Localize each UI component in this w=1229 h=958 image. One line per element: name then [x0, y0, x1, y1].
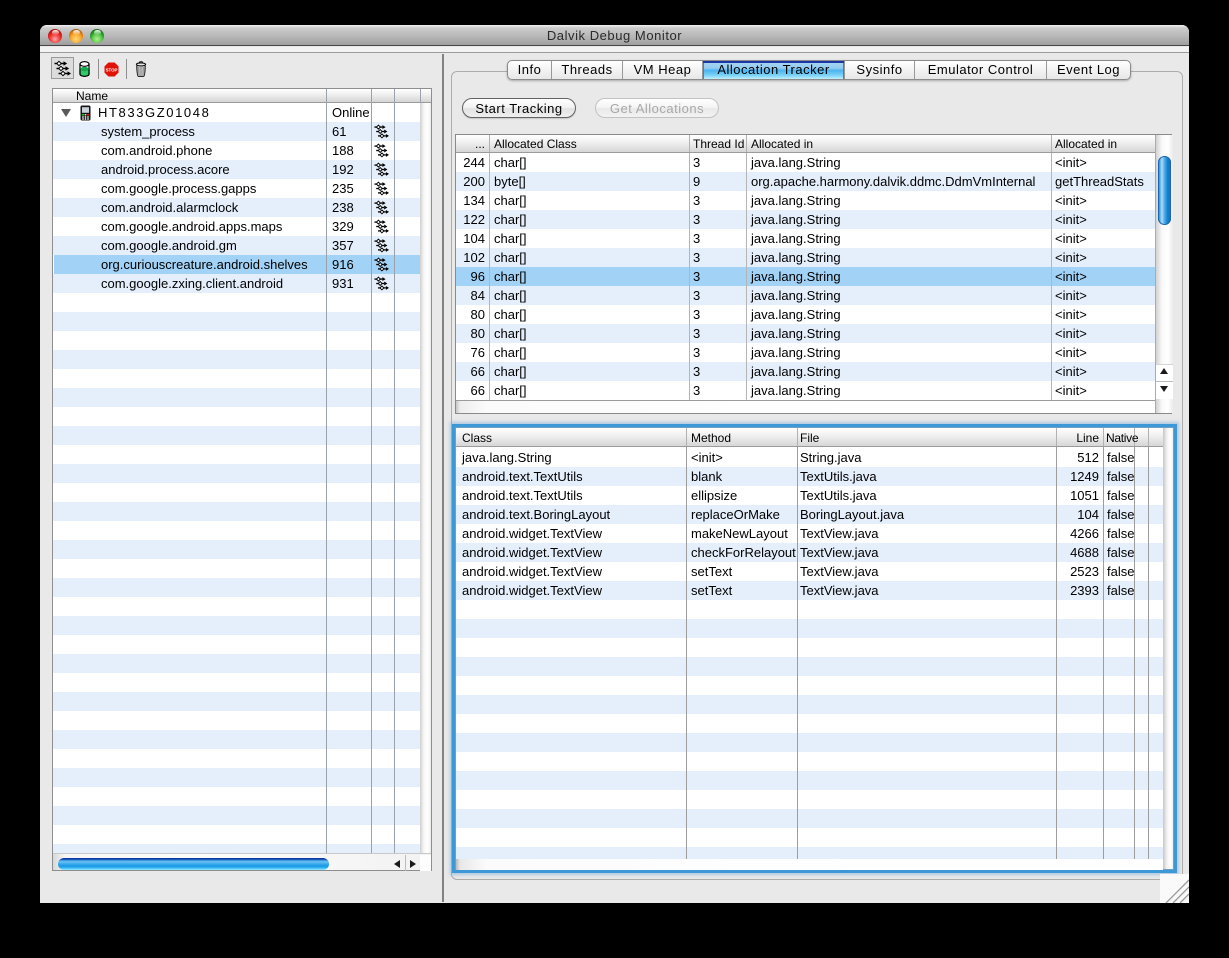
- svg-text:STOP: STOP: [106, 67, 118, 72]
